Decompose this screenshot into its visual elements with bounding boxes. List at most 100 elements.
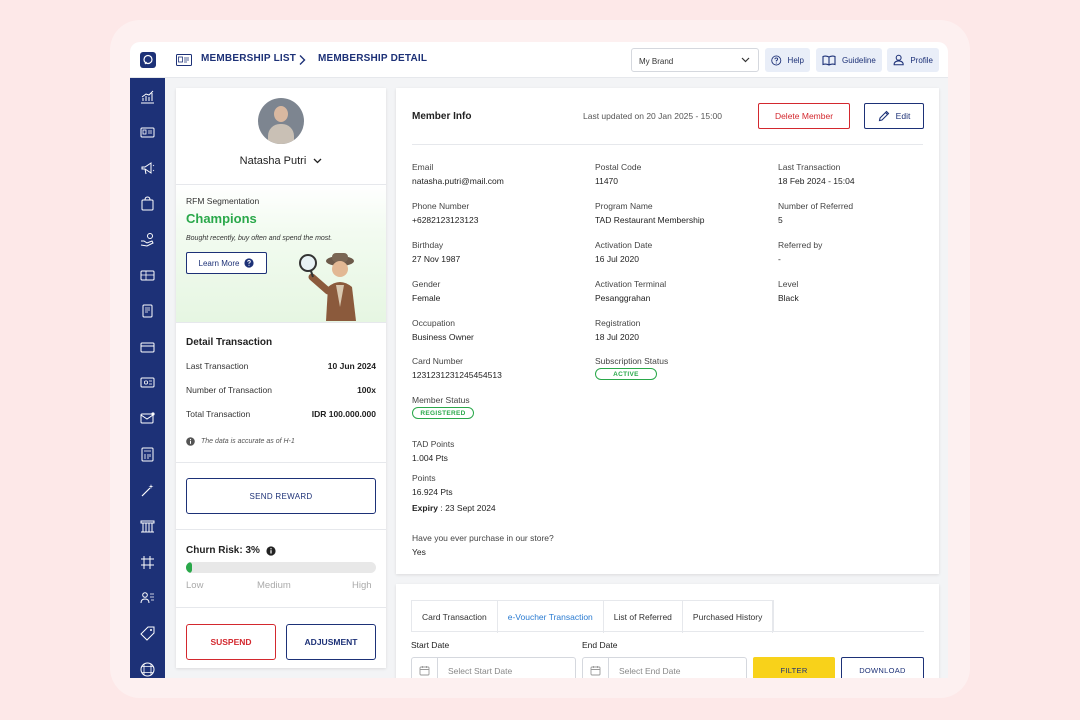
level-value: Black bbox=[778, 293, 799, 303]
app-logo[interactable] bbox=[140, 52, 156, 68]
help-button[interactable]: Help bbox=[765, 48, 810, 72]
tab-card-transaction[interactable]: Card Transaction bbox=[412, 601, 498, 633]
rfm-segment-card: RFM Segmentation Champions Bought recent… bbox=[176, 185, 386, 322]
expiry-label: Expiry bbox=[412, 503, 438, 513]
avatar bbox=[258, 98, 304, 144]
grid-icon[interactable] bbox=[140, 662, 155, 677]
divider bbox=[176, 607, 386, 608]
megaphone-icon[interactable] bbox=[140, 161, 155, 176]
registration-label: Registration bbox=[595, 318, 641, 328]
chevron-down-icon bbox=[313, 158, 322, 164]
activation-terminal-value: Pesanggrahan bbox=[595, 293, 651, 303]
level-label: Level bbox=[778, 279, 799, 289]
registration-value: 18 Jul 2020 bbox=[595, 332, 639, 342]
transaction-history-panel: Card Transaction e-Voucher Transaction L… bbox=[396, 584, 939, 678]
phone-label: Phone Number bbox=[412, 201, 470, 211]
gender-value: Female bbox=[412, 293, 441, 303]
expiry-value: : 23 Sept 2024 bbox=[438, 503, 496, 513]
referred-by-label: Referred by bbox=[778, 240, 823, 250]
info-icon[interactable] bbox=[266, 545, 276, 556]
tab-purchased-history[interactable]: Purchased History bbox=[683, 601, 774, 633]
sidebar bbox=[130, 78, 165, 678]
profile-button[interactable]: Profile bbox=[887, 48, 939, 72]
member-name-dropdown[interactable]: Natasha Putri bbox=[176, 155, 386, 167]
magic-wand-icon[interactable] bbox=[140, 483, 155, 498]
shopping-bag-icon[interactable] bbox=[140, 196, 155, 211]
breadcrumb-membership-detail: MEMBERSHIP DETAIL bbox=[318, 53, 428, 64]
churn-risk-fill bbox=[186, 562, 192, 573]
pencil-icon bbox=[878, 110, 889, 122]
help-icon bbox=[244, 258, 255, 268]
program-name-value: TAD Restaurant Membership bbox=[595, 215, 705, 225]
start-date-label: Start Date bbox=[411, 640, 450, 650]
divider bbox=[176, 462, 386, 463]
phone-value: +6282123123123 bbox=[412, 215, 479, 225]
end-date-input[interactable]: Select End Date bbox=[582, 657, 747, 678]
number-of-transaction-label: Number of Transaction bbox=[186, 385, 272, 395]
tag-icon[interactable] bbox=[140, 626, 155, 641]
guideline-button[interactable]: Guideline bbox=[816, 48, 882, 72]
learn-more-button[interactable]: Learn More bbox=[186, 252, 267, 274]
total-transaction-label: Total Transaction bbox=[186, 409, 251, 419]
adjustment-button[interactable]: ADJUSMENT bbox=[286, 624, 376, 660]
chevron-down-icon bbox=[741, 57, 750, 63]
last-updated-text: Last updated on 20 Jan 2025 - 15:00 bbox=[583, 111, 722, 121]
document-icon[interactable] bbox=[140, 304, 155, 319]
end-date-label: End Date bbox=[582, 640, 618, 650]
profile-label: Profile bbox=[910, 55, 933, 65]
number-of-referred-label: Number of Referred bbox=[778, 201, 854, 211]
download-button[interactable]: DOWNLOAD bbox=[841, 657, 924, 678]
member-info-title: Member Info bbox=[412, 111, 472, 122]
user-group-icon[interactable] bbox=[140, 590, 155, 605]
chevron-right-icon bbox=[298, 53, 306, 71]
brand-select[interactable]: My Brand bbox=[631, 48, 759, 72]
member-status-label: Member Status bbox=[412, 395, 470, 405]
points-value: 16.924 Pts bbox=[412, 487, 453, 497]
help-label: Help bbox=[787, 55, 804, 65]
number-of-referred-value: 5 bbox=[778, 215, 783, 225]
postal-code-value: 11470 bbox=[595, 176, 619, 186]
filter-button[interactable]: FILTER bbox=[753, 657, 835, 678]
start-date-input[interactable]: Select Start Date bbox=[411, 657, 576, 678]
edit-button[interactable]: Edit bbox=[864, 103, 924, 129]
history-tabs: Card Transaction e-Voucher Transaction L… bbox=[411, 600, 775, 633]
gift-card-icon[interactable] bbox=[140, 268, 155, 283]
calendar-icon bbox=[583, 658, 609, 678]
tab-list-of-referred[interactable]: List of Referred bbox=[604, 601, 683, 633]
user-icon bbox=[893, 54, 904, 66]
divider bbox=[176, 529, 386, 530]
help-icon bbox=[771, 55, 782, 65]
mail-icon[interactable] bbox=[140, 411, 155, 426]
credit-card-icon[interactable] bbox=[140, 340, 155, 355]
id-card-icon[interactable] bbox=[140, 125, 155, 140]
chart-icon[interactable] bbox=[140, 89, 155, 104]
churn-risk-bar bbox=[186, 562, 376, 573]
end-date-placeholder: Select End Date bbox=[619, 666, 681, 676]
suspend-button[interactable]: SUSPEND bbox=[186, 624, 276, 660]
divider bbox=[411, 631, 924, 632]
occupation-value: Business Owner bbox=[412, 332, 474, 342]
building-icon[interactable] bbox=[140, 519, 155, 534]
churn-risk-title: Churn Risk: 3% bbox=[186, 545, 276, 556]
send-reward-button[interactable]: SEND REWARD bbox=[186, 478, 376, 514]
calendar-icon bbox=[412, 658, 438, 678]
info-icon bbox=[186, 437, 195, 446]
receipt-icon[interactable] bbox=[140, 447, 155, 462]
purchase-question: Have you ever purchase in our store? bbox=[412, 533, 554, 543]
detail-transaction-title: Detail Transaction bbox=[186, 337, 273, 348]
hand-coin-icon[interactable] bbox=[140, 232, 155, 247]
expiry-row: Expiry : 23 Sept 2024 bbox=[412, 503, 496, 513]
breadcrumb-membership-list[interactable]: MEMBERSHIP LIST bbox=[201, 53, 296, 64]
voucher-icon[interactable] bbox=[140, 375, 155, 390]
data-accuracy-text: The data is accurate as of H-1 bbox=[201, 438, 295, 445]
tab-e-voucher-transaction[interactable]: e-Voucher Transaction bbox=[497, 601, 604, 633]
member-status-badge: REGISTERED bbox=[412, 407, 474, 419]
brand-select-value: My Brand bbox=[639, 57, 674, 66]
delete-member-button[interactable]: Delete Member bbox=[758, 103, 850, 129]
id-card-icon bbox=[176, 53, 192, 71]
edit-label: Edit bbox=[895, 111, 911, 121]
tad-points-value: 1.004 Pts bbox=[412, 453, 448, 463]
activation-terminal-label: Activation Terminal bbox=[595, 279, 667, 289]
grid-icon[interactable] bbox=[140, 555, 155, 570]
churn-risk-label: Churn Risk: 3% bbox=[186, 545, 260, 556]
